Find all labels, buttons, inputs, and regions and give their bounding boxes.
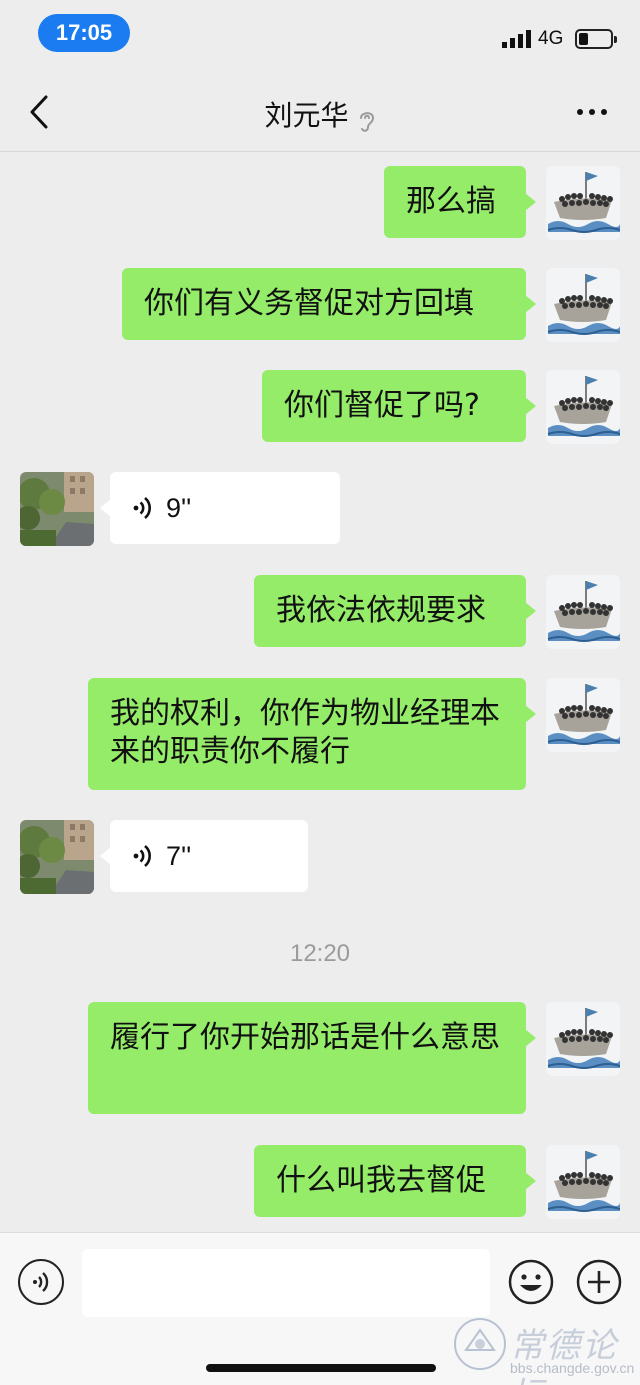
- voice-wave-icon: [133, 845, 151, 867]
- status-time: 17:05: [38, 14, 130, 52]
- avatar-boat-icon: [546, 370, 620, 444]
- avatar-boat-icon: [546, 1145, 620, 1219]
- avatar-garden-icon: [20, 820, 94, 894]
- outgoing-message: 什么叫我去督促: [0, 1145, 640, 1219]
- voice-duration: 7'': [166, 841, 192, 871]
- avatar-garden-icon: [20, 472, 94, 546]
- avatar-boat-icon: [546, 166, 620, 240]
- my-avatar[interactable]: [546, 268, 620, 342]
- watermark-url: bbs.changde.gov.cn: [510, 1360, 635, 1376]
- message-text: 我的权利，你作为物业经理本来的职责你不履行: [110, 696, 500, 769]
- avatar-boat-icon: [546, 1002, 620, 1076]
- voice-message-bubble[interactable]: 9'': [100, 472, 340, 544]
- contact-avatar[interactable]: [20, 472, 94, 546]
- emoji-button[interactable]: [508, 1259, 554, 1305]
- message-text: 履行了你开始那话是什么意思: [110, 1020, 500, 1055]
- my-avatar[interactable]: [546, 1145, 620, 1219]
- avatar-boat-icon: [546, 575, 620, 649]
- voice-message-bubble[interactable]: 7'': [100, 820, 308, 892]
- message-text: 那么搞: [406, 184, 496, 219]
- my-avatar[interactable]: [546, 1002, 620, 1076]
- network-type: 4G: [538, 28, 564, 49]
- message-text: 什么叫我去督促: [276, 1163, 486, 1198]
- message-bubble[interactable]: 你们有义务督促对方回填: [122, 268, 536, 340]
- outgoing-message: 我的权利，你作为物业经理本来的职责你不履行: [0, 678, 640, 790]
- message-input[interactable]: [82, 1249, 490, 1317]
- chat-header: 刘元华: [0, 70, 640, 152]
- outgoing-message: 履行了你开始那话是什么意思: [0, 1002, 640, 1114]
- incoming-message: 7'': [0, 820, 640, 894]
- outgoing-message: 你们有义务督促对方回填: [0, 268, 640, 342]
- my-avatar[interactable]: [546, 678, 620, 752]
- status-bar: 17:05 4G: [0, 0, 640, 70]
- contact-avatar[interactable]: [20, 820, 94, 894]
- battery-icon: [575, 29, 617, 49]
- my-avatar[interactable]: [546, 575, 620, 649]
- my-avatar[interactable]: [546, 166, 620, 240]
- voice-duration: 9'': [166, 493, 192, 523]
- home-indicator: [206, 1364, 436, 1372]
- watermark: 常德论坛 bbs.changde.gov.cn: [450, 1316, 640, 1385]
- voice-icon: [33, 1272, 49, 1292]
- forum-logo-icon: [454, 1318, 506, 1370]
- message-bubble[interactable]: 我依法依规要求: [254, 575, 536, 647]
- message-bubble[interactable]: 什么叫我去督促: [254, 1145, 536, 1217]
- outgoing-message: 那么搞: [0, 166, 640, 240]
- signal-icon: [502, 30, 531, 48]
- chat-title-wrap: 刘元华: [0, 94, 640, 134]
- message-bubble[interactable]: 那么搞: [384, 166, 536, 238]
- incoming-message: 9'': [0, 472, 640, 546]
- outgoing-message: 我依法依规要求: [0, 575, 640, 649]
- voice-input-button[interactable]: [18, 1259, 64, 1305]
- voice-wave-icon: [133, 497, 151, 519]
- chat-timestamp: 12:20: [289, 940, 351, 967]
- emoji-icon: [508, 1259, 554, 1305]
- more-button[interactable]: [570, 98, 614, 126]
- message-bubble[interactable]: 履行了你开始那话是什么意思: [88, 1002, 536, 1114]
- message-bubble[interactable]: 我的权利，你作为物业经理本来的职责你不履行: [88, 678, 536, 790]
- chat-title: 刘元华: [264, 99, 349, 132]
- plus-icon: [576, 1259, 622, 1305]
- ear-icon: [359, 111, 374, 132]
- message-text: 你们督促了吗?: [284, 388, 480, 423]
- message-bubble[interactable]: 你们督促了吗?: [262, 370, 536, 442]
- message-text: 你们有义务督促对方回填: [144, 286, 474, 321]
- message-text: 我依法依规要求: [276, 593, 486, 628]
- chat-messages: 那么搞你们有义务督促对方回填你们督促了吗? 9'' 我依法依规要求我的权利，你作为物…: [0, 152, 640, 1232]
- my-avatar[interactable]: [546, 370, 620, 444]
- plus-button[interactable]: [576, 1259, 622, 1305]
- outgoing-message: 你们督促了吗?: [0, 370, 640, 444]
- avatar-boat-icon: [546, 678, 620, 752]
- avatar-boat-icon: [546, 268, 620, 342]
